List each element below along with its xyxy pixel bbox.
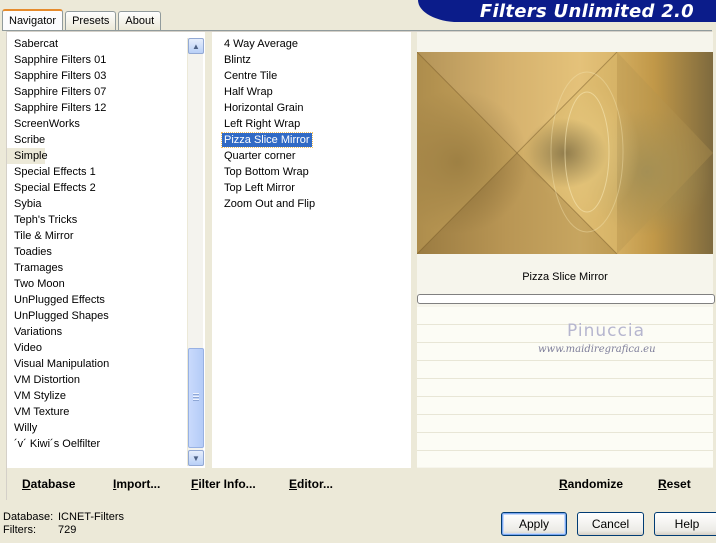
watermark-name: Pinuccia (567, 321, 645, 341)
filter-item[interactable]: Horizontal Grain (213, 100, 411, 116)
category-item[interactable]: Tramages (7, 260, 192, 276)
chevron-down-icon[interactable]: ▼ (188, 450, 204, 466)
category-item[interactable]: Visual Manipulation (7, 356, 192, 372)
tab-about[interactable]: About (118, 11, 162, 30)
category-item[interactable]: Sapphire Filters 01 (7, 52, 192, 68)
database-value: ICNET-Filters (58, 511, 124, 523)
filter-item[interactable]: Left Right Wrap (213, 116, 411, 132)
category-item[interactable]: UnPlugged Effects (7, 292, 192, 308)
database-label: Database: (3, 511, 54, 523)
brand-banner: Filters Unlimited 2.0 (418, 0, 716, 22)
category-item[interactable]: Variations (7, 324, 192, 340)
preview-title: Pizza Slice Mirror (522, 271, 608, 283)
preview-image (417, 52, 713, 254)
filter-item[interactable]: Centre Tile (213, 68, 411, 84)
category-item[interactable]: Special Effects 1 (7, 164, 192, 180)
filters-label: Filters: (3, 524, 36, 536)
filter-item[interactable]: Half Wrap (213, 84, 411, 100)
help-button[interactable]: Help (654, 512, 716, 536)
category-item[interactable]: Scribe (7, 132, 192, 148)
apply-button[interactable]: Apply (501, 512, 567, 536)
filter-item[interactable]: Top Bottom Wrap (213, 164, 411, 180)
filters-count: 729 (58, 524, 77, 536)
chevron-up-icon[interactable]: ▲ (188, 38, 204, 54)
category-item[interactable]: Video (7, 340, 192, 356)
category-item[interactable]: Sapphire Filters 12 (7, 100, 192, 116)
category-item[interactable]: ´v´ Kiwi´s Oelfilter (7, 436, 192, 452)
category-item[interactable]: Sapphire Filters 07 (7, 84, 192, 100)
grip-icon (193, 393, 199, 402)
category-item[interactable]: Willy (7, 420, 192, 436)
filter-item-label: Quarter corner (224, 150, 296, 162)
category-item[interactable]: Special Effects 2 (7, 180, 192, 196)
filter-item-label: Blintz (224, 54, 251, 66)
filter-item[interactable]: Blintz (213, 52, 411, 68)
filter-item[interactable]: 4 Way Average (213, 36, 411, 52)
filter-item[interactable]: Top Left Mirror (213, 180, 411, 196)
tab-presets[interactable]: Presets (65, 11, 117, 30)
category-item[interactable]: UnPlugged Shapes (7, 308, 192, 324)
pane-divider (205, 32, 212, 468)
watermark-url: www.maidiregrafica.eu (538, 344, 656, 355)
filter-item[interactable]: Quarter corner (213, 148, 411, 164)
preview-pane: Pizza Slice Mirror Pinuccia www.maidireg… (417, 32, 715, 501)
filter-item-label: Pizza Slice Mirror (221, 132, 313, 148)
filter-item-label: Top Left Mirror (224, 182, 295, 194)
filter-item-label: Left Right Wrap (224, 118, 301, 130)
category-item[interactable]: Sabercat (7, 36, 192, 52)
status-area: Database: ICNET-Filters Filters: 729 (3, 511, 124, 537)
filter-item-label: Half Wrap (224, 86, 273, 98)
category-item[interactable]: Two Moon (7, 276, 192, 292)
filter-item[interactable]: Pizza Slice Mirror (213, 132, 411, 148)
filter-item[interactable]: Zoom Out and Flip (213, 196, 411, 212)
category-item[interactable]: Tile & Mirror (7, 228, 192, 244)
filter-info-button[interactable]: Filter Info... (191, 477, 256, 491)
category-item[interactable]: VM Texture (7, 404, 192, 420)
filter-item-label: 4 Way Average (224, 38, 298, 50)
randomize-button[interactable]: Randomize (559, 477, 623, 491)
category-item[interactable]: Simple (7, 148, 48, 164)
filter-item-label: Horizontal Grain (224, 102, 304, 114)
category-item[interactable]: Teph's Tricks (7, 212, 192, 228)
editor-button[interactable]: Editor... (289, 477, 333, 491)
category-list[interactable]: Sabercat Sapphire Filters 01 Sapphire Filt… (7, 32, 192, 468)
category-item[interactable]: Sapphire Filters 03 (7, 68, 192, 84)
preview-progress-bar (417, 294, 715, 304)
navigator-panel: Sabercat Sapphire Filters 01 Sapphire Filt… (6, 31, 715, 501)
tab-bar: Navigator Presets About (2, 9, 163, 31)
cancel-button[interactable]: Cancel (577, 512, 644, 536)
filter-item-label: Centre Tile (224, 70, 278, 82)
import-button[interactable]: Import... (113, 477, 160, 491)
category-item[interactable]: Sybia (7, 196, 192, 212)
category-scrollbar[interactable]: ▲ ▼ (187, 38, 204, 466)
filter-item-label: Top Bottom Wrap (224, 166, 309, 178)
filter-item-label: Zoom Out and Flip (224, 198, 316, 210)
tab-navigator[interactable]: Navigator (2, 9, 64, 31)
category-item[interactable]: ScreenWorks (7, 116, 192, 132)
category-item[interactable]: VM Distortion (7, 372, 192, 388)
database-button[interactable]: Database (22, 477, 75, 491)
filter-list[interactable]: 4 Way Average Blintz Centre Tile Half Wrap H… (213, 32, 411, 468)
category-item[interactable]: VM Stylize (7, 388, 192, 404)
pizza-slice-pattern (417, 52, 713, 254)
parameter-area (417, 307, 713, 467)
scrollbar-thumb[interactable] (188, 348, 204, 448)
category-item[interactable]: Toadies (7, 244, 192, 260)
reset-button[interactable]: Reset (658, 477, 691, 491)
